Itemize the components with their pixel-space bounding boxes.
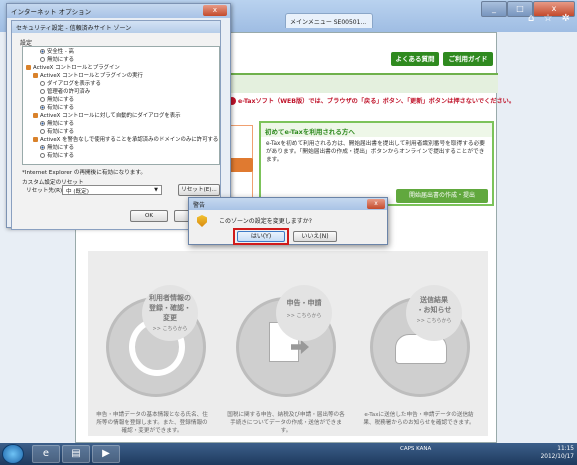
radio-icon[interactable] — [40, 145, 45, 150]
user-info-title: 利用者情報の 登録・確認・ 変更 — [149, 294, 191, 322]
first-time-text: e-Taxを初めて利用される方は、開始届出書を提出して利用者識別番号を取得する必… — [266, 141, 485, 163]
internet-explorer-icon[interactable]: e — [32, 445, 60, 463]
results-link[interactable]: >> こちらから — [406, 316, 462, 326]
setting-label: 無効にする — [47, 57, 75, 63]
setting-radio-option[interactable]: 有効にする — [23, 129, 74, 136]
user-info-description: 申告・申請データの基本情報となる氏名、住所等の情報を登録します。また、登録情報の… — [96, 412, 208, 434]
setting-label: 有効にする — [47, 153, 75, 159]
setting-radio-option[interactable]: ダイアログを表示する — [23, 81, 101, 88]
setting-category: ActiveX コントロールとプラグインの実行 — [23, 73, 143, 80]
setting-radio-option[interactable]: 有効にする — [23, 153, 74, 160]
settings-gear-icon — [33, 73, 38, 78]
setting-radio-option[interactable]: 無効にする — [23, 145, 74, 152]
user-info-link[interactable]: >> こちらから — [142, 324, 198, 334]
setting-label: ActiveX を警告なしで使用することを承認済みのドメインのみに許可する — [40, 137, 219, 143]
reset-button[interactable]: リセット(E)... — [178, 184, 220, 196]
setting-radio-option[interactable]: 無効にする — [23, 97, 74, 104]
setting-category: ActiveX を警告なしで使用することを承認済みのドメインのみに許可する — [23, 137, 218, 144]
setting-label: ActiveX コントロールに対して自動的にダイアログを表示 — [40, 113, 181, 119]
radio-icon[interactable] — [40, 81, 45, 86]
warning-message: このゾーンの設定を変更しますか? — [219, 218, 312, 225]
settings-gear-icon — [33, 113, 38, 118]
setting-radio-option[interactable]: 安全性 - 高 — [23, 49, 74, 56]
setting-label: 無効にする — [47, 145, 75, 151]
results-description: e-Taxに送信した申告・申請データの送信結果、税務署からのお知らせを確認できま… — [363, 412, 475, 426]
folder-icon[interactable]: ▤ — [62, 445, 90, 463]
setting-radio-option[interactable]: 管理者の許可済み — [23, 89, 90, 96]
setting-label: ダイアログを表示する — [47, 81, 101, 87]
chevron-down-icon: ▼ — [154, 187, 158, 193]
setting-label: 有効にする — [47, 105, 75, 111]
reset-to-label: リセット先(R): — [26, 188, 65, 194]
user-guide-button[interactable]: ご利用ガイド — [443, 52, 493, 66]
setting-label: ActiveX コントロールとプラグインの実行 — [40, 73, 143, 79]
clock-time: 11:15 — [557, 446, 574, 452]
results-label-circle[interactable]: 送信結果 ・お知らせ >> こちらから — [406, 285, 462, 341]
first-time-title: 初めてe-Taxを利用される方へ — [261, 123, 492, 137]
ok-button[interactable]: OK — [130, 210, 168, 222]
radio-icon[interactable] — [40, 129, 45, 134]
radio-icon[interactable] — [40, 121, 45, 126]
clock-date: 2012/10/17 — [540, 454, 574, 460]
restart-note: *Internet Explorer の再開後に有効になります。 — [22, 170, 147, 176]
setting-label: 管理者の許可済み — [47, 89, 91, 95]
page-right-margin — [497, 32, 577, 443]
warning-title: 警告 — [189, 198, 387, 210]
start-button[interactable] — [2, 444, 24, 464]
warning-close-button[interactable]: x — [367, 199, 385, 209]
settings-gear-icon — [33, 137, 38, 142]
warning-dialog: 警告 x このゾーンの設定を変更しますか? はい(Y) いいえ(N) — [188, 197, 388, 245]
yes-button[interactable]: はい(Y) — [237, 231, 285, 242]
settings-scrollbar[interactable] — [219, 48, 220, 165]
user-info-label-circle[interactable]: 利用者情報の 登録・確認・ 変更 >> こちらから — [142, 285, 198, 341]
faq-button[interactable]: よくある質問 — [391, 52, 439, 66]
declaration-link[interactable]: >> こちらから — [276, 311, 332, 321]
internet-options-title: インターネット オプション — [7, 4, 230, 18]
no-button[interactable]: いいえ(N) — [293, 231, 337, 242]
radio-icon[interactable] — [40, 105, 45, 110]
setting-label: ActiveX コントロールとプラグイン — [33, 65, 120, 71]
setting-category: ActiveX コントロールとプラグイン — [23, 65, 120, 72]
radio-icon[interactable] — [40, 97, 45, 102]
start-notification-button[interactable]: 開始届出書の作成・提出 — [396, 189, 488, 203]
taskbar: e ▤ ▶ CAPS KANA 11:15 2012/10/17 — [0, 443, 577, 465]
results-title: 送信結果 ・お知らせ — [416, 296, 452, 314]
radio-icon[interactable] — [40, 57, 45, 62]
clock[interactable]: 11:15 2012/10/17 — [530, 445, 574, 463]
declaration-title: 申告・申請 — [286, 299, 322, 307]
declaration-description: 国税に関する申告、納税及び申請・届出等の各手続きについてデータの作成・送信ができ… — [227, 412, 345, 434]
system-tray[interactable]: CAPS KANA — [400, 445, 530, 463]
shield-warning-icon — [197, 215, 207, 227]
setting-label: 安全性 - 高 — [47, 49, 74, 55]
browser-tab[interactable]: メインメニュー SE00501... — [285, 13, 373, 28]
declaration-label-circle[interactable]: 申告・申請 >> こちらから — [276, 285, 332, 341]
first-time-users-box: 初めてe-Taxを利用される方へ e-Taxを初めて利用される方は、開始届出書を… — [259, 121, 494, 206]
security-settings-title: セキュリティ設定 - 信頼済みサイト ゾーン — [12, 21, 220, 33]
minimize-button[interactable]: _ — [481, 1, 507, 17]
setting-label: 有効にする — [47, 129, 75, 135]
home-favorites-tools-icons[interactable]: ⌂ ☆ ✲ — [528, 13, 576, 27]
media-player-icon[interactable]: ▶ — [92, 445, 120, 463]
internet-options-dialog: インターネット オプション x セキュリティ設定 - 信頼済みサイト ゾーン 設… — [6, 3, 231, 230]
settings-gear-icon — [26, 65, 31, 70]
internet-options-close-button[interactable]: x — [203, 5, 227, 16]
setting-label: 無効にする — [47, 97, 75, 103]
radio-icon[interactable] — [40, 49, 45, 54]
radio-icon[interactable] — [40, 153, 45, 158]
settings-tree: 安全性 - 高無効にする ActiveX コントロールとプラグイン ActiveX … — [22, 46, 220, 165]
reset-level-select[interactable]: 中 (既定) ▼ — [62, 185, 162, 195]
setting-radio-option[interactable]: 無効にする — [23, 121, 74, 128]
reset-level-value: 中 (既定) — [66, 189, 89, 195]
setting-radio-option[interactable]: 無効にする — [23, 57, 74, 64]
browser-warning-text: e-Taxソフト（WEB版）では、ブラウザの「戻る」ボタン、「更新」ボタンは押さ… — [238, 98, 516, 105]
radio-icon[interactable] — [40, 89, 45, 94]
setting-category: ActiveX コントロールに対して自動的にダイアログを表示 — [23, 113, 181, 120]
setting-radio-option[interactable]: 有効にする — [23, 105, 74, 112]
setting-label: 無効にする — [47, 121, 75, 127]
main-menu-area: 利用者情報の 登録・確認・ 変更 >> こちらから 申告・申請データの基本情報と… — [88, 251, 488, 436]
